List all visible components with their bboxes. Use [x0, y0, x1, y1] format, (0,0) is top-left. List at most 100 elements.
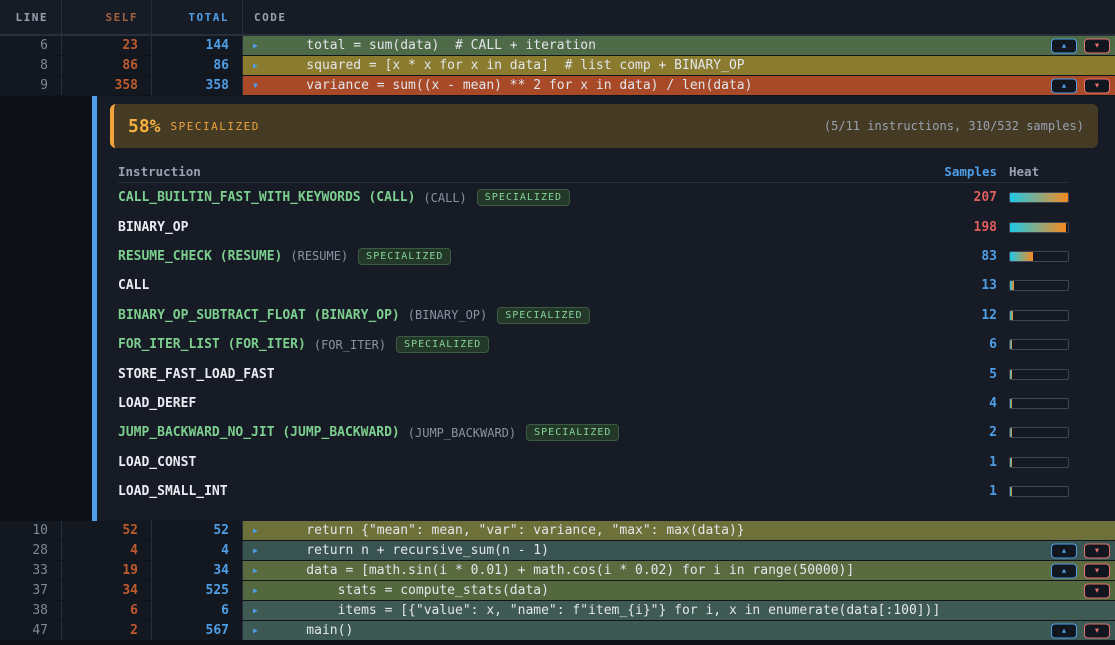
- code-text: return n + recursive_sum(n - 1): [275, 543, 549, 558]
- heat-cell: [997, 192, 1069, 203]
- total-samples: 34: [152, 561, 243, 580]
- heat-bar: [1009, 310, 1069, 321]
- code-text: stats = compute_stats(data): [275, 583, 549, 598]
- heat-bar-fill: [1010, 370, 1012, 379]
- heat-bar-fill: [1010, 487, 1012, 496]
- move-up-button[interactable]: ▲: [1051, 543, 1077, 558]
- code-cell[interactable]: ▶ return n + recursive_sum(n - 1) ▲ ▼: [243, 541, 1115, 560]
- instruction-row: LOAD_CONST1: [118, 448, 1069, 477]
- code-cell[interactable]: ▶ data = [math.sin(i * 0.01) + math.cos(…: [243, 561, 1115, 580]
- instruction-samples: 1: [927, 484, 997, 499]
- expand-arrow-icon[interactable]: ▶: [253, 526, 265, 535]
- code-line-row[interactable]: 2844▶ return n + recursive_sum(n - 1)▲▼: [0, 541, 1115, 561]
- instruction-name-cell: JUMP_BACKWARD_NO_JIT (JUMP_BACKWARD)(JUM…: [118, 424, 927, 441]
- code-line-row[interactable]: 88686▶ squared = [x * x for x in data] #…: [0, 56, 1115, 76]
- code-text: data = [math.sin(i * 0.01) + math.cos(i …: [275, 563, 854, 578]
- move-up-button[interactable]: ▲: [1051, 38, 1077, 53]
- instruction-name-cell: CALL: [118, 278, 927, 293]
- total-samples: 525: [152, 581, 243, 600]
- code-line-row[interactable]: 3734525▶ stats = compute_stats(data)▼: [0, 581, 1115, 601]
- move-up-button[interactable]: ▲: [1051, 563, 1077, 578]
- code-line-row[interactable]: 472567▶ main()▲▼: [0, 621, 1115, 641]
- heat-cell: [997, 280, 1069, 291]
- code-rows-top: 623144▶ total = sum(data) # CALL + itera…: [0, 36, 1115, 96]
- instruction-samples: 4: [927, 396, 997, 411]
- heat-bar: [1009, 369, 1069, 380]
- instruction-name: RESUME_CHECK (RESUME): [118, 249, 282, 264]
- table-header: LINE SELF TOTAL CODE: [0, 0, 1115, 36]
- expand-arrow-icon[interactable]: ▶: [253, 586, 265, 595]
- instruction-row: STORE_FAST_LOAD_FAST5: [118, 359, 1069, 388]
- expand-arrow-icon[interactable]: ▶: [253, 546, 265, 555]
- move-down-button[interactable]: ▼: [1084, 78, 1110, 93]
- line-number: 37: [0, 581, 62, 600]
- expand-arrow-icon[interactable]: ▶: [253, 41, 265, 50]
- total-samples: 358: [152, 76, 243, 95]
- instruction-row: RESUME_CHECK (RESUME)(RESUME)SPECIALIZED…: [118, 242, 1069, 271]
- collapse-arrow-icon[interactable]: ▼: [253, 81, 265, 90]
- specialized-detail: (5/11 instructions, 310/532 samples): [824, 119, 1084, 133]
- move-down-button[interactable]: ▼: [1084, 543, 1110, 558]
- instruction-samples: 1: [927, 455, 997, 470]
- profiler-window: LINE SELF TOTAL CODE 623144▶ total = sum…: [0, 0, 1115, 645]
- code-line-row[interactable]: 623144▶ total = sum(data) # CALL + itera…: [0, 36, 1115, 56]
- code-cell[interactable]: ▶ squared = [x * x for x in data] # list…: [243, 56, 1115, 75]
- instruction-name: JUMP_BACKWARD_NO_JIT (JUMP_BACKWARD): [118, 425, 400, 440]
- heat-bar-fill: [1010, 193, 1068, 202]
- heat-bar-fill: [1010, 458, 1012, 467]
- instruction-name: LOAD_SMALL_INT: [118, 484, 228, 499]
- expand-arrow-icon[interactable]: ▶: [253, 606, 265, 615]
- instruction-row: BINARY_OP198: [118, 212, 1069, 241]
- row-reorder-buttons: ▼: [1084, 583, 1110, 598]
- specialized-label: SPECIALIZED: [171, 120, 260, 133]
- move-up-button[interactable]: ▲: [1051, 78, 1077, 93]
- heat-bar-fill: [1010, 311, 1013, 320]
- move-up-button[interactable]: ▲: [1051, 623, 1077, 638]
- move-down-button[interactable]: ▼: [1084, 623, 1110, 638]
- column-header-samples: Samples: [927, 164, 997, 179]
- heat-bar: [1009, 339, 1069, 350]
- heat-bar: [1009, 280, 1069, 291]
- heat-bar: [1009, 192, 1069, 203]
- specialized-percent: 58%: [128, 116, 161, 137]
- code-line-row[interactable]: 3866▶ items = [{"value": x, "name": f"it…: [0, 601, 1115, 621]
- heat-bar-fill: [1010, 223, 1066, 232]
- code-text: items = [{"value": x, "name": f"item_{i}…: [275, 603, 940, 618]
- move-down-button[interactable]: ▼: [1084, 38, 1110, 53]
- code-line-row[interactable]: 331934▶ data = [math.sin(i * 0.01) + mat…: [0, 561, 1115, 581]
- instruction-row: LOAD_DEREF4: [118, 389, 1069, 418]
- code-text: main(): [275, 623, 353, 638]
- code-cell[interactable]: ▶ return {"mean": mean, "var": variance,…: [243, 521, 1115, 540]
- specialization-panel: 58% SPECIALIZED (5/11 instructions, 310/…: [92, 96, 1115, 521]
- specialization-summary-banner: 58% SPECIALIZED (5/11 instructions, 310/…: [110, 104, 1098, 148]
- instruction-row: LOAD_SMALL_INT 1: [118, 477, 1069, 506]
- code-cell[interactable]: ▶ main() ▲ ▼: [243, 621, 1115, 640]
- column-header-self: SELF: [62, 0, 152, 34]
- code-line-row[interactable]: 105252▶ return {"mean": mean, "var": var…: [0, 521, 1115, 541]
- self-samples: 2: [62, 621, 152, 640]
- move-down-button[interactable]: ▼: [1084, 583, 1110, 598]
- expand-arrow-icon[interactable]: ▶: [253, 61, 265, 70]
- heat-cell: [997, 369, 1069, 380]
- self-samples: 4: [62, 541, 152, 560]
- heat-cell: [997, 427, 1069, 438]
- code-cell[interactable]: ▶ items = [{"value": x, "name": f"item_{…: [243, 601, 1115, 620]
- move-down-button[interactable]: ▼: [1084, 563, 1110, 578]
- code-line-row[interactable]: 9358358▼ variance = sum((x - mean) ** 2 …: [0, 76, 1115, 96]
- instruction-family: (BINARY_OP): [408, 308, 487, 322]
- instruction-name-cell: RESUME_CHECK (RESUME)(RESUME)SPECIALIZED: [118, 248, 927, 265]
- expand-arrow-icon[interactable]: ▶: [253, 626, 265, 635]
- instruction-table: Instruction Samples Heat CALL_BUILTIN_FA…: [118, 161, 1069, 506]
- instruction-name: CALL_BUILTIN_FAST_WITH_KEYWORDS (CALL): [118, 190, 415, 205]
- code-cell[interactable]: ▶ stats = compute_stats(data) ▼: [243, 581, 1115, 600]
- heat-cell: [997, 222, 1069, 233]
- expand-arrow-icon[interactable]: ▶: [253, 566, 265, 575]
- code-cell[interactable]: ▼ variance = sum((x - mean) ** 2 for x i…: [243, 76, 1115, 95]
- code-text: variance = sum((x - mean) ** 2 for x in …: [275, 78, 752, 93]
- specialized-badge: SPECIALIZED: [358, 248, 451, 265]
- self-samples: 86: [62, 56, 152, 75]
- heat-bar-fill: [1010, 399, 1012, 408]
- instruction-samples: 2: [927, 425, 997, 440]
- heat-cell: [997, 339, 1069, 350]
- code-cell[interactable]: ▶ total = sum(data) # CALL + iteration▲▼: [243, 36, 1115, 55]
